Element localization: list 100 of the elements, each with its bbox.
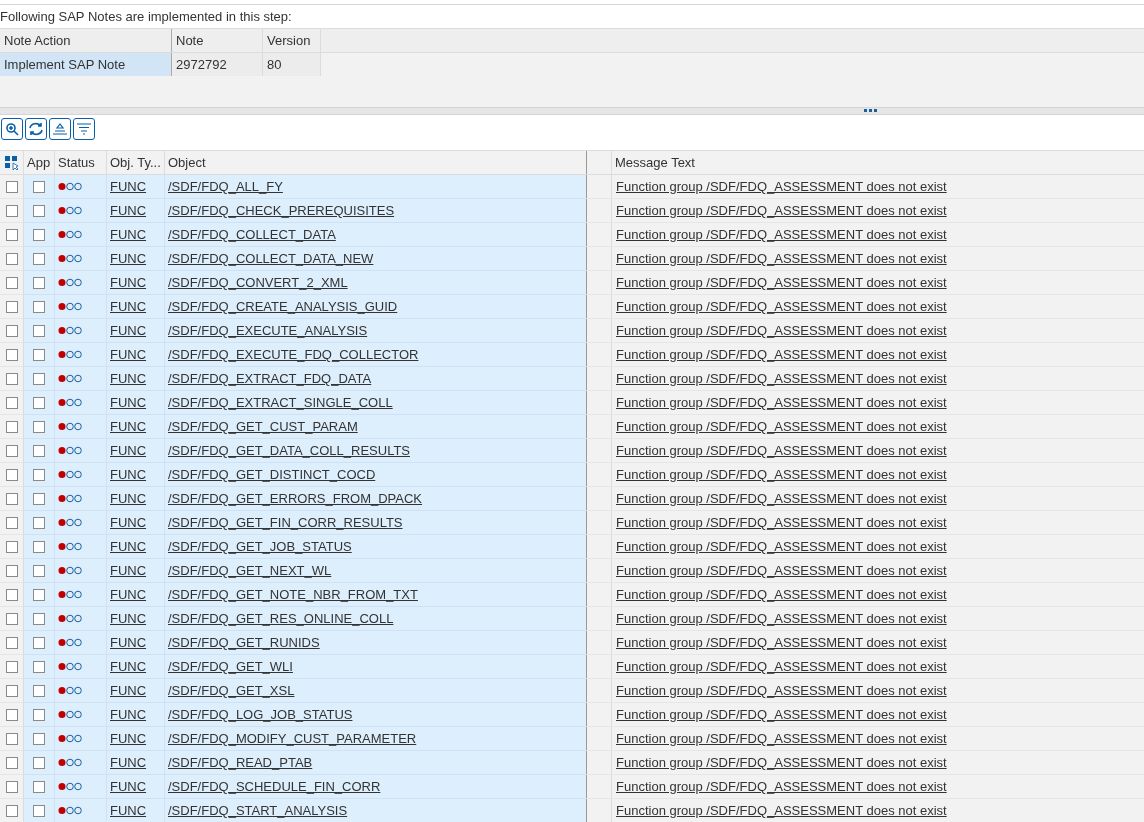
checkbox[interactable] (33, 516, 45, 529)
checkbox[interactable] (33, 612, 45, 625)
object-link[interactable]: /SDF/FDQ_GET_NEXT_WL (168, 560, 332, 581)
message-link[interactable]: Function group /SDF/FDQ_ASSESSMENT does not exist (616, 368, 947, 389)
object-link[interactable]: /SDF/FDQ_EXTRACT_SINGLE_COLL (168, 392, 393, 413)
checkbox[interactable] (5, 348, 18, 361)
object-link[interactable]: /SDF/FDQ_SCHEDULE_FIN_CORR (168, 776, 381, 797)
object-link[interactable]: /SDF/FDQ_GET_FIN_CORR_RESULTS (168, 512, 403, 533)
checkbox[interactable] (33, 396, 45, 409)
object-type-link[interactable]: FUNC (110, 488, 147, 509)
object-type-link[interactable]: FUNC (110, 560, 147, 581)
checkbox[interactable] (5, 756, 18, 769)
object-link[interactable]: /SDF/FDQ_EXECUTE_FDQ_COLLECTOR (168, 344, 419, 365)
object-link[interactable]: /SDF/FDQ_MODIFY_CUST_PARAMETER (168, 728, 417, 749)
message-link[interactable]: Function group /SDF/FDQ_ASSESSMENT does not exist (616, 464, 947, 485)
checkbox[interactable] (5, 492, 18, 505)
object-link[interactable]: /SDF/FDQ_GET_XSL (168, 680, 295, 701)
object-type-link[interactable]: FUNC (110, 728, 147, 749)
checkbox[interactable] (33, 492, 45, 505)
message-link[interactable]: Function group /SDF/FDQ_ASSESSMENT does not exist (616, 200, 947, 221)
message-link[interactable]: Function group /SDF/FDQ_ASSESSMENT does not exist (616, 176, 947, 197)
checkbox[interactable] (33, 228, 45, 241)
checkbox[interactable] (33, 444, 45, 457)
checkbox[interactable] (33, 636, 45, 649)
select-layout-icon[interactable] (4, 155, 19, 170)
splitter-handle[interactable] (863, 109, 877, 112)
checkbox[interactable] (33, 588, 45, 601)
checkbox[interactable] (33, 564, 45, 577)
checkbox[interactable] (5, 372, 18, 385)
checkbox[interactable] (33, 180, 45, 193)
checkbox[interactable] (5, 420, 18, 433)
object-link[interactable]: /SDF/FDQ_GET_RES_ONLINE_COLL (168, 608, 394, 629)
toolbar-button[interactable] (73, 117, 95, 140)
checkbox[interactable] (33, 684, 45, 697)
object-link[interactable]: /SDF/FDQ_GET_WLI (168, 656, 293, 677)
checkbox[interactable] (33, 420, 45, 433)
checkbox[interactable] (5, 252, 18, 265)
object-link[interactable]: /SDF/FDQ_CREATE_ANALYSIS_GUID (168, 296, 398, 317)
checkbox[interactable] (33, 276, 45, 289)
checkbox[interactable] (5, 468, 18, 481)
message-link[interactable]: Function group /SDF/FDQ_ASSESSMENT does not exist (616, 584, 947, 605)
checkbox[interactable] (33, 324, 45, 337)
message-link[interactable]: Function group /SDF/FDQ_ASSESSMENT does not exist (616, 416, 947, 437)
object-type-link[interactable]: FUNC (110, 656, 147, 677)
object-type-link[interactable]: FUNC (110, 344, 147, 365)
message-link[interactable]: Function group /SDF/FDQ_ASSESSMENT does not exist (616, 224, 947, 245)
message-link[interactable]: Function group /SDF/FDQ_ASSESSMENT does not exist (616, 248, 947, 269)
object-type-link[interactable]: FUNC (110, 248, 147, 269)
message-link[interactable]: Function group /SDF/FDQ_ASSESSMENT does not exist (616, 512, 947, 533)
checkbox[interactable] (33, 300, 45, 313)
object-link[interactable]: /SDF/FDQ_GET_RUNIDS (168, 632, 320, 653)
checkbox[interactable] (33, 372, 45, 385)
message-link[interactable]: Function group /SDF/FDQ_ASSESSMENT does not exist (616, 320, 947, 341)
message-link[interactable]: Function group /SDF/FDQ_ASSESSMENT does not exist (616, 608, 947, 629)
object-type-link[interactable]: FUNC (110, 224, 147, 245)
checkbox[interactable] (5, 324, 18, 337)
object-type-link[interactable]: FUNC (110, 392, 147, 413)
checkbox[interactable] (33, 780, 45, 793)
checkbox[interactable] (5, 516, 18, 529)
checkbox[interactable] (5, 180, 18, 193)
message-link[interactable]: Function group /SDF/FDQ_ASSESSMENT does not exist (616, 440, 947, 461)
checkbox[interactable] (5, 228, 18, 241)
checkbox[interactable] (33, 732, 45, 745)
object-type-link[interactable]: FUNC (110, 704, 147, 725)
checkbox[interactable] (33, 804, 45, 817)
object-link[interactable]: /SDF/FDQ_GET_NOTE_NBR_FROM_TXT (168, 584, 418, 605)
object-link[interactable]: /SDF/FDQ_CHECK_PREREQUISITES (168, 200, 395, 221)
message-link[interactable]: Function group /SDF/FDQ_ASSESSMENT does not exist (616, 776, 947, 797)
object-type-link[interactable]: FUNC (110, 416, 147, 437)
object-type-link[interactable]: FUNC (110, 440, 147, 461)
message-link[interactable]: Function group /SDF/FDQ_ASSESSMENT does not exist (616, 704, 947, 725)
object-type-link[interactable]: FUNC (110, 536, 147, 557)
checkbox[interactable] (33, 348, 45, 361)
message-link[interactable]: Function group /SDF/FDQ_ASSESSMENT does not exist (616, 632, 947, 653)
checkbox[interactable] (5, 804, 18, 817)
object-link[interactable]: /SDF/FDQ_GET_DATA_COLL_RESULTS (168, 440, 410, 461)
object-link[interactable]: /SDF/FDQ_COLLECT_DATA_NEW (168, 248, 374, 269)
toolbar-button[interactable] (1, 117, 23, 140)
object-link[interactable]: /SDF/FDQ_ALL_FY (168, 176, 283, 197)
checkbox[interactable] (5, 564, 18, 577)
toolbar-button[interactable] (25, 117, 47, 140)
checkbox[interactable] (33, 756, 45, 769)
message-link[interactable]: Function group /SDF/FDQ_ASSESSMENT does not exist (616, 752, 947, 773)
checkbox[interactable] (5, 300, 18, 313)
message-link[interactable]: Function group /SDF/FDQ_ASSESSMENT does not exist (616, 488, 947, 509)
checkbox[interactable] (5, 732, 18, 745)
checkbox[interactable] (33, 708, 45, 721)
object-type-link[interactable]: FUNC (110, 512, 147, 533)
object-type-link[interactable]: FUNC (110, 176, 147, 197)
message-link[interactable]: Function group /SDF/FDQ_ASSESSMENT does not exist (616, 392, 947, 413)
object-link[interactable]: /SDF/FDQ_GET_JOB_STATUS (168, 536, 352, 557)
object-link[interactable]: /SDF/FDQ_EXTRACT_FDQ_DATA (168, 368, 372, 389)
object-type-link[interactable]: FUNC (110, 320, 147, 341)
message-link[interactable]: Function group /SDF/FDQ_ASSESSMENT does not exist (616, 536, 947, 557)
object-link[interactable]: /SDF/FDQ_CONVERT_2_XML (168, 272, 348, 293)
object-type-link[interactable]: FUNC (110, 296, 147, 317)
checkbox[interactable] (5, 444, 18, 457)
object-type-link[interactable]: FUNC (110, 368, 147, 389)
object-link[interactable]: /SDF/FDQ_GET_ERRORS_FROM_DPACK (168, 488, 423, 509)
checkbox[interactable] (5, 660, 18, 673)
